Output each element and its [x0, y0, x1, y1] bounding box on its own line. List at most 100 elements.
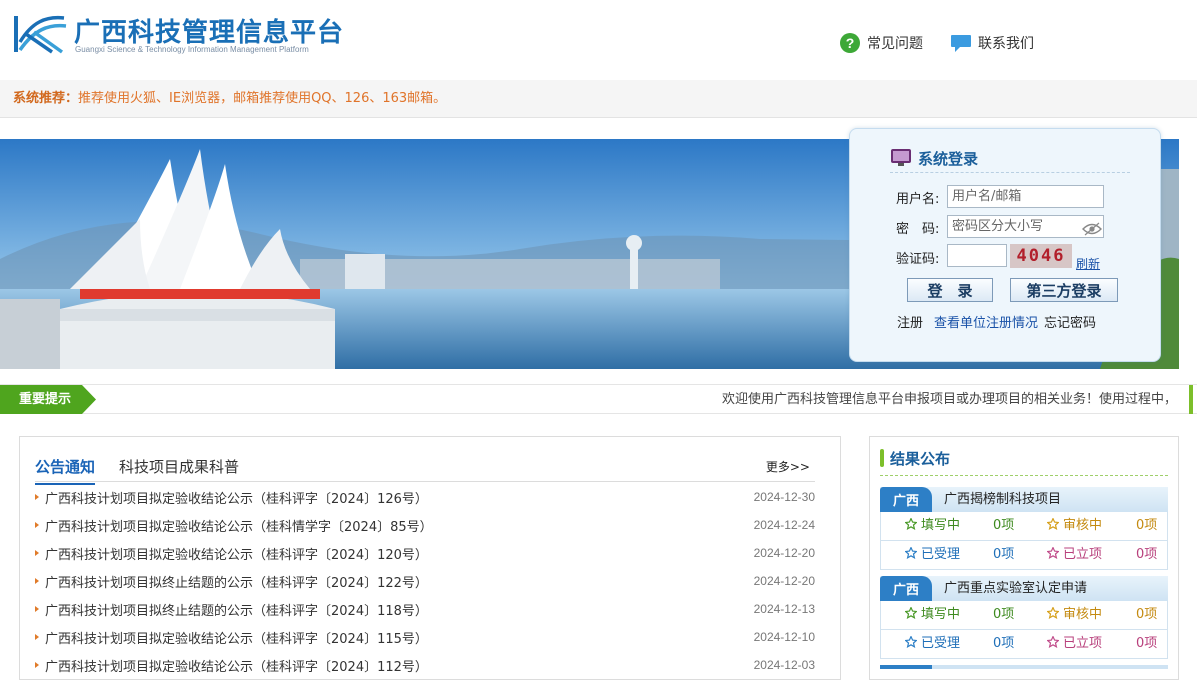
result-row: 填写中 0项 审核中 0项 — [880, 601, 1168, 630]
news-title[interactable]: 广西科技计划项目拟终止结题的公示（桂科评字〔2024〕118号） — [45, 600, 754, 619]
results-panel: 结果公布 广西 广西揭榜制科技项目 填写中 0项 审核中 0项 已受理 0项 已立项 0项 广西 广西… — [869, 436, 1179, 680]
bullet-icon — [35, 550, 39, 556]
show-password-icon[interactable] — [1082, 222, 1102, 236]
star-icon — [905, 607, 917, 619]
platform-logo-icon — [14, 15, 67, 54]
password-label: 密 码: — [896, 222, 940, 237]
platform-subtitle: Guangxi Science & Technology Information… — [75, 45, 309, 54]
news-title[interactable]: 广西科技计划项目拟定验收结论公示（桂科情学字〔2024〕85号） — [45, 516, 754, 535]
status-label: 填写中 — [921, 518, 961, 533]
status-count: 0项 — [993, 547, 1015, 562]
star-icon — [905, 636, 917, 648]
login-title: 系统登录 — [890, 145, 978, 171]
region-tag: 广西 — [880, 487, 932, 512]
result-status[interactable]: 审核中 — [1047, 601, 1102, 629]
results-divider — [880, 475, 1168, 476]
status-count: 0项 — [1136, 547, 1158, 562]
result-status[interactable]: 审核中 — [1047, 512, 1102, 540]
status-count: 0项 — [1136, 518, 1158, 533]
news-date: 2024-12-03 — [753, 658, 815, 672]
refresh-captcha-link[interactable]: 刷新 — [1076, 255, 1100, 272]
faq-label: 常见问题 — [867, 36, 923, 52]
announcements-panel: 公告通知 科技项目成果科普 更多>> 广西科技计划项目拟定验收结论公示（桂科评字… — [19, 436, 841, 680]
username-label: 用户名: — [896, 192, 940, 207]
status-label: 已立项 — [1063, 636, 1103, 651]
result-row: 填写中 0项 审核中 0项 — [880, 512, 1168, 541]
tab-tech-achievements[interactable]: 科技项目成果科普 — [119, 456, 239, 483]
login-divider — [890, 172, 1130, 173]
star-icon — [1047, 636, 1059, 648]
result-row: 已受理 0项 已立项 0项 — [880, 630, 1168, 659]
result-status[interactable]: 填写中 — [905, 601, 960, 629]
status-count: 0项 — [993, 607, 1015, 622]
result-block: 广西 广西揭榜制科技项目 填写中 0项 审核中 0项 已受理 0项 已立项 0项 — [880, 487, 1168, 570]
status-label: 审核中 — [1063, 518, 1103, 533]
status-label: 审核中 — [1063, 607, 1103, 622]
announcement-tabs: 公告通知 科技项目成果科普 更多>> — [35, 448, 815, 485]
news-title[interactable]: 广西科技计划项目拟定验收结论公示（桂科评字〔2024〕120号） — [45, 544, 754, 563]
result-status[interactable]: 已受理 — [905, 541, 960, 569]
status-count: 0项 — [993, 518, 1015, 533]
login-title-text: 系统登录 — [918, 149, 979, 168]
result-block-name[interactable]: 广西揭榜制科技项目 — [944, 487, 1061, 512]
check-unit-registration-link[interactable]: 查看单位注册情况 — [934, 312, 1038, 331]
star-icon — [1047, 547, 1059, 559]
status-label: 填写中 — [921, 607, 961, 622]
forgot-password-link[interactable]: 忘记密码 — [1044, 312, 1096, 331]
result-block-header: 广西 广西揭榜制科技项目 — [880, 487, 1168, 512]
news-item[interactable]: 广西科技计划项目拟定验收结论公示（桂科评字〔2024〕115号） 2024-12-… — [35, 623, 815, 651]
result-block-name[interactable]: 广西重点实验室认定申请 — [944, 576, 1087, 601]
recommend-bar: 系统推荐：推荐使用火狐、IE浏览器，邮箱推荐使用QQ、126、163邮箱。 — [0, 80, 1197, 118]
result-status[interactable]: 已立项 — [1047, 541, 1102, 569]
third-party-login-button[interactable]: 第三方登录 — [1010, 278, 1118, 302]
result-status[interactable]: 填写中 — [905, 512, 960, 540]
news-item[interactable]: 广西科技计划项目拟定验收结论公示（桂科评字〔2024〕112号） 2024-12-… — [35, 651, 815, 679]
news-title[interactable]: 广西科技计划项目拟定验收结论公示（桂科评字〔2024〕115号） — [45, 628, 754, 647]
bullet-icon — [35, 494, 39, 500]
result-block-header: 广西 广西重点实验室认定申请 — [880, 576, 1168, 601]
notice-right-accent — [1189, 385, 1193, 414]
news-date: 2024-12-20 — [753, 546, 815, 560]
status-label: 已受理 — [921, 547, 961, 562]
bullet-icon — [35, 662, 39, 668]
result-status[interactable]: 已受理 — [905, 630, 960, 658]
login-button[interactable]: 登 录 — [907, 278, 993, 302]
news-item[interactable]: 广西科技计划项目拟终止结题的公示（桂科评字〔2024〕122号） 2024-12-… — [35, 567, 815, 595]
results-title-text: 结果公布 — [890, 449, 951, 468]
star-icon — [905, 547, 917, 559]
result-status[interactable]: 已立项 — [1047, 630, 1102, 658]
username-input[interactable] — [947, 185, 1104, 208]
results-title-accent — [880, 449, 884, 467]
status-label: 已立项 — [1063, 547, 1103, 562]
news-item[interactable]: 广西科技计划项目拟定验收结论公示（桂科评字〔2024〕120号） 2024-12-… — [35, 539, 815, 567]
chat-bubble-icon — [950, 32, 972, 54]
news-item[interactable]: 广西科技计划项目拟定验收结论公示（桂科评字〔2024〕126号） 2024-12-… — [35, 483, 815, 511]
region-tag: 广西 — [880, 576, 932, 601]
captcha-input[interactable] — [947, 244, 1007, 267]
captcha-image[interactable]: 4046 — [1010, 244, 1072, 268]
status-count: 0项 — [993, 636, 1015, 651]
contact-link[interactable]: 联系我们 — [950, 31, 1034, 55]
password-input[interactable] — [947, 215, 1104, 238]
news-item[interactable]: 广西科技计划项目拟终止结题的公示（桂科评字〔2024〕118号） 2024-12-… — [35, 595, 815, 623]
platform-title: 广西科技管理信息平台 — [74, 18, 345, 48]
bullet-icon — [35, 578, 39, 584]
bullet-icon — [35, 634, 39, 640]
svg-text:?: ? — [846, 35, 855, 51]
news-title[interactable]: 广西科技计划项目拟终止结题的公示（桂科评字〔2024〕122号） — [45, 572, 754, 591]
recommend-text: 推荐使用火狐、IE浏览器，邮箱推荐使用QQ、126、163邮箱。 — [78, 91, 447, 106]
register-link[interactable]: 注册 — [897, 312, 923, 331]
news-item[interactable]: 广西科技计划项目拟定验收结论公示（桂科情学字〔2024〕85号） 2024-12-… — [35, 511, 815, 539]
tab-announcements[interactable]: 公告通知 — [35, 456, 96, 485]
status-label: 已受理 — [921, 636, 961, 651]
monitor-icon — [891, 149, 911, 166]
captcha-label: 验证码: — [896, 252, 940, 267]
news-title[interactable]: 广西科技计划项目拟定验收结论公示（桂科评字〔2024〕112号） — [45, 656, 754, 675]
recommend-label: 系统推荐： — [13, 91, 79, 106]
more-link[interactable]: 更多>> — [766, 458, 810, 475]
status-count: 0项 — [1136, 636, 1158, 651]
notice-tag: 重要提示 — [19, 392, 72, 407]
news-title[interactable]: 广西科技计划项目拟定验收结论公示（桂科评字〔2024〕126号） — [45, 488, 754, 507]
star-icon — [1047, 607, 1059, 619]
faq-link[interactable]: ? 常见问题 — [839, 31, 923, 55]
